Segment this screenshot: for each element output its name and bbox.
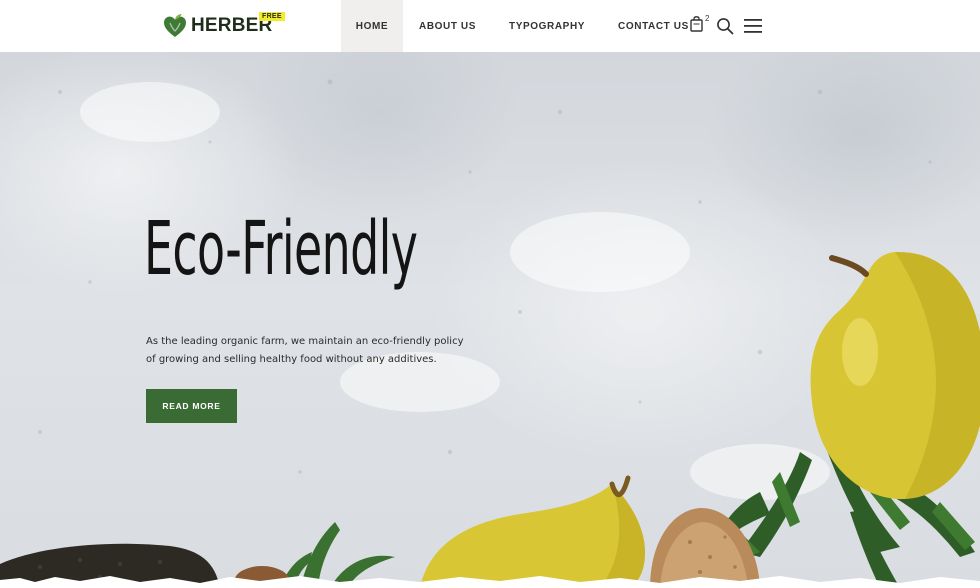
nav-item-about-us[interactable]: ABOUT US	[419, 0, 476, 52]
search-icon[interactable]	[716, 17, 734, 35]
hero-background-image	[0, 79, 980, 588]
nav-item-home[interactable]: HOME	[341, 0, 403, 52]
leaf-heart-icon	[164, 14, 186, 37]
free-badge: FREE	[259, 12, 285, 21]
nav-item-typography[interactable]: TYPOGRAPHY	[509, 0, 585, 52]
site-header: HERBER FREE HOME ABOUT US TYPOGRAPHY CON…	[0, 0, 980, 52]
logo[interactable]: HERBER FREE	[163, 11, 285, 41]
shopping-bag-icon	[690, 16, 703, 32]
hero-title: Eco-Friendly	[144, 206, 418, 292]
hero-description: As the leading organic farm, we maintain…	[146, 336, 464, 365]
nav-item-contact-us[interactable]: CONTACT US	[618, 0, 689, 52]
hero-banner: Eco-Friendly As the leading organic farm…	[0, 52, 980, 588]
read-more-button[interactable]: READ MORE	[146, 389, 237, 423]
hamburger-menu-icon[interactable]	[744, 18, 762, 34]
header-tools: 2	[690, 14, 762, 38]
cart-button[interactable]: 2	[690, 14, 712, 38]
main-nav: HOME ABOUT US TYPOGRAPHY CONTACT US	[341, 0, 689, 52]
cart-count: 2	[705, 14, 710, 23]
